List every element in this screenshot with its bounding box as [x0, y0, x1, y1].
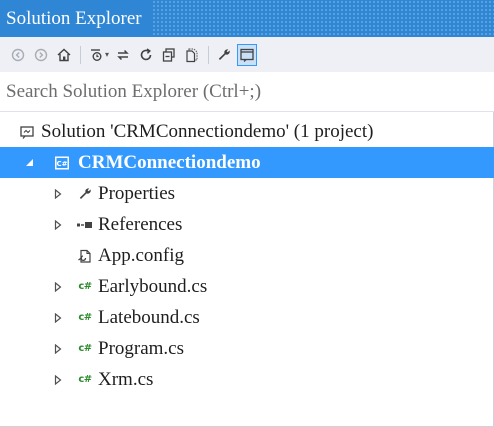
svg-text:C#: C# [56, 160, 67, 168]
back-button[interactable] [8, 44, 28, 66]
forward-button[interactable] [31, 44, 51, 66]
tree-item-label: Xrm.cs [98, 368, 154, 390]
csharp-project-icon: C# [53, 154, 71, 172]
expand-arrow-icon[interactable] [51, 373, 65, 387]
home-button[interactable] [54, 44, 74, 66]
back-icon [11, 48, 25, 61]
refresh-button[interactable] [136, 44, 156, 66]
collapse-arrow-icon[interactable] [22, 156, 36, 170]
pending-changes-filter-icon [91, 48, 102, 61]
tree-item-latebound[interactable]: c# Latebound.cs [0, 302, 494, 333]
csharp-file-icon: c# [78, 343, 92, 354]
expand-arrow-icon[interactable] [51, 280, 65, 294]
tree-item-label: Properties [98, 182, 176, 204]
refresh-icon [140, 47, 152, 60]
solution-explorer-window: Solution Explorer ▾ Search Solution Expl… [0, 0, 494, 427]
expand-arrow-icon[interactable] [51, 218, 65, 232]
filter-dropdown-arrow[interactable]: ▾ [105, 50, 109, 59]
toolbar-separator [208, 45, 210, 64]
tree-item-label: Solution 'CRMConnectiondemo' (1 project) [41, 120, 374, 142]
expand-arrow-icon[interactable] [51, 342, 65, 356]
show-all-files-button[interactable] [182, 44, 202, 66]
sync-with-active-document-icon [117, 49, 129, 60]
collapse-all-button[interactable] [159, 44, 179, 66]
show-all-files-icon [186, 47, 198, 62]
tree-item-label: CRMConnectiondemo [78, 151, 261, 173]
tree-item-project[interactable]: C# CRMConnectiondemo [0, 147, 494, 178]
properties-button[interactable] [214, 44, 234, 66]
tree-item-label: Latebound.cs [98, 306, 200, 328]
pending-changes-filter-button[interactable] [86, 44, 106, 66]
toolbar-separator [80, 45, 81, 64]
tree-item-label: Program.cs [98, 337, 185, 359]
solution-icon [18, 123, 36, 141]
csharp-file-icon: c# [78, 374, 92, 385]
title-bar[interactable]: Solution Explorer [0, 0, 494, 37]
preview-selected-items-button[interactable] [237, 43, 258, 66]
tree-item-xrm[interactable]: c# Xrm.cs [0, 364, 494, 395]
panel-title: Solution Explorer [0, 0, 152, 37]
config-file-icon [76, 247, 94, 265]
tree-item-properties[interactable]: Properties [0, 178, 494, 209]
collapse-all-icon [162, 47, 175, 62]
tree-item-label: Earlybound.cs [98, 275, 208, 297]
expand-arrow-icon[interactable] [51, 187, 65, 201]
tree-item-program[interactable]: c# Program.cs [0, 333, 494, 364]
tree-item-label: App.config [98, 244, 185, 266]
toolbar: ▾ [0, 37, 494, 72]
solution-tree: Solution 'CRMConnectiondemo' (1 project)… [0, 112, 494, 391]
csharp-file-icon: c# [78, 281, 92, 292]
home-icon [57, 48, 71, 61]
search-input[interactable] [0, 72, 494, 111]
wrench-icon [76, 185, 94, 203]
tree-item-label: References [98, 213, 183, 235]
preview-selected-items-icon [240, 48, 254, 62]
tree-item-references[interactable]: References [0, 209, 494, 240]
references-icon [76, 216, 94, 234]
tree-item-solution[interactable]: Solution 'CRMConnectiondemo' (1 project) [0, 116, 494, 147]
tree-item-app-config[interactable]: App.config [0, 240, 494, 271]
properties-icon [218, 48, 230, 60]
sync-button[interactable] [113, 44, 133, 66]
tree-item-earlybound[interactable]: c# Earlybound.cs [0, 271, 494, 302]
csharp-file-icon: c# [78, 312, 92, 323]
expand-arrow-icon[interactable] [51, 311, 65, 325]
forward-icon [34, 48, 48, 61]
search-box[interactable] [0, 72, 494, 112]
